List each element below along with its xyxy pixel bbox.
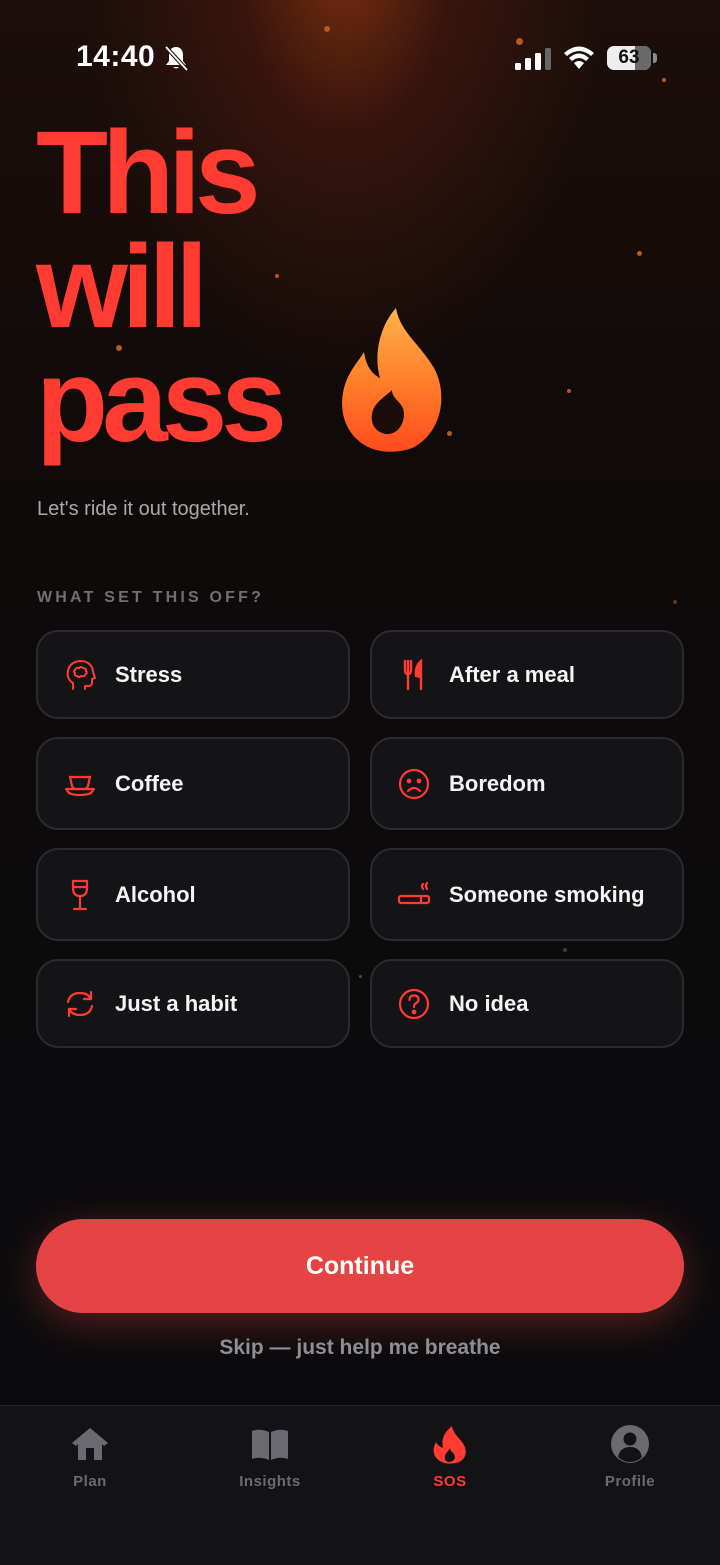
trigger-option-after-meal[interactable]: After a meal — [370, 630, 684, 719]
battery-percent: 63 — [618, 47, 640, 68]
flame-icon — [433, 1426, 466, 1464]
trigger-option-label: No idea — [449, 990, 529, 1016]
head-brain-icon — [66, 659, 96, 690]
continue-button[interactable]: Continue — [36, 1219, 684, 1313]
cigarette-icon — [397, 881, 431, 904]
trigger-option-label: Just a habit — [115, 990, 238, 1016]
trigger-option-label: After a meal — [449, 661, 575, 687]
trigger-option-label: Alcohol — [115, 881, 196, 907]
trigger-option-label: Coffee — [115, 770, 184, 796]
repeat-icon — [66, 990, 94, 1017]
trigger-option-boredom[interactable]: Boredom — [370, 737, 684, 830]
trigger-option-stress[interactable]: Stress — [36, 630, 350, 719]
person-icon — [611, 1425, 649, 1463]
trigger-option-just-a-habit[interactable]: Just a habit — [36, 959, 350, 1048]
fork-knife-icon — [403, 657, 423, 690]
trigger-option-no-idea[interactable]: No idea — [370, 959, 684, 1048]
bottom-tab-bar: Plan Insights SOS Profile — [0, 1405, 720, 1565]
battery-cap — [653, 53, 657, 63]
trigger-option-label: Boredom — [449, 770, 546, 796]
tab-sos[interactable]: SOS — [360, 1406, 540, 1516]
tab-label: SOS — [433, 1473, 467, 1490]
hero-subtitle: Let's ride it out together. — [37, 498, 250, 520]
hero-title-line: This — [36, 107, 261, 239]
cellular-signal-icon — [515, 48, 551, 70]
battery-indicator: 63 — [607, 46, 651, 70]
book-icon — [252, 1429, 288, 1460]
status-time: 14:40 — [76, 40, 156, 73]
wine-glass-icon — [71, 879, 89, 910]
tab-insights[interactable]: Insights — [180, 1406, 360, 1516]
tab-label: Plan — [73, 1473, 107, 1490]
tab-label: Insights — [239, 1473, 301, 1490]
trigger-option-label: Someone smoking — [449, 881, 645, 907]
trigger-option-coffee[interactable]: Coffee — [36, 737, 350, 830]
triggers-section-label: WHAT SET THIS OFF? — [37, 589, 265, 606]
house-icon — [72, 1428, 108, 1460]
status-bar: 14:40 63 — [0, 0, 720, 110]
tab-label: Profile — [604, 1473, 656, 1490]
question-icon — [398, 988, 430, 1019]
bell-muted-icon — [164, 45, 189, 72]
wifi-icon — [564, 46, 594, 69]
coffee-cup-icon — [64, 775, 96, 796]
skip-breathe-link[interactable]: Skip — just help me breathe — [0, 1336, 720, 1360]
sad-face-icon — [398, 768, 430, 799]
tab-profile[interactable]: Profile — [540, 1406, 720, 1516]
trigger-option-label: Stress — [115, 661, 183, 687]
trigger-option-someone-smoking[interactable]: Someone smoking — [370, 848, 684, 941]
flame-icon — [342, 308, 442, 452]
trigger-option-alcohol[interactable]: Alcohol — [36, 848, 350, 941]
tab-plan[interactable]: Plan — [0, 1406, 180, 1516]
